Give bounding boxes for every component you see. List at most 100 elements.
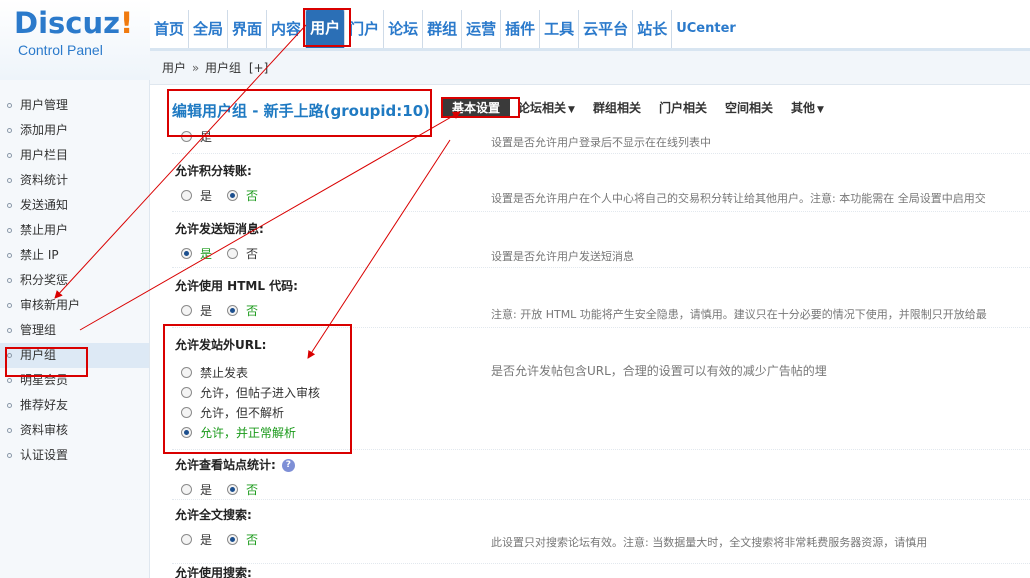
bullet-icon [7, 303, 12, 308]
bullet-icon [7, 228, 12, 233]
nav-content[interactable]: 内容 [267, 10, 307, 48]
tab-basic[interactable]: 基本设置 [442, 98, 511, 117]
bullet-icon [7, 453, 12, 458]
radio-no[interactable]: 否 [227, 187, 258, 204]
sidebar-item-profile-review[interactable]: 资料审核 [0, 418, 149, 443]
header: Discuz! Control Panel 首页 全局 界面 内容 用户 门户 … [0, 0, 1030, 80]
radio-circle [181, 190, 192, 201]
setting-label: 允许发站外URL: [175, 338, 267, 352]
tab-space[interactable]: 空间相关 [725, 99, 773, 116]
bullet-icon [7, 128, 12, 133]
setting-label: 允许发送短消息: [175, 222, 264, 236]
sidebar-item-admin-groups[interactable]: 管理组 [0, 318, 149, 343]
radio-no[interactable]: 否 [227, 481, 258, 498]
radio-yes[interactable]: 是 [181, 187, 212, 204]
nav-webmaster[interactable]: 站长 [633, 10, 673, 48]
setting-label: 允许全文搜索: [175, 508, 252, 522]
bullet-icon [7, 428, 12, 433]
nav-home[interactable]: 首页 [150, 10, 190, 48]
nav-ucenter[interactable]: UCenter [672, 10, 740, 48]
setting-label: 允许使用搜索: [175, 566, 252, 578]
radio-yes[interactable]: 是 [181, 481, 212, 498]
bullet-icon [7, 103, 12, 108]
sidebar-item-star-members[interactable]: 明星会员 [0, 368, 149, 393]
radio-option-parse[interactable]: 允许，并正常解析 [181, 424, 296, 441]
setting-hint: 设置是否允许用户在个人中心将自己的交易积分转让给其他用户。注意: 本功能需在 全… [491, 192, 986, 205]
bullet-icon [7, 328, 12, 333]
setting-allow-pm: 允许发送短消息: 是 否 设置是否允许用户发送短消息 [172, 214, 1030, 268]
nav-group[interactable]: 群组 [423, 10, 463, 48]
radio-circle [181, 484, 192, 495]
tab-forum[interactable]: 论坛相关 ▼ [518, 99, 575, 116]
nav-tools[interactable]: 工具 [540, 10, 580, 48]
nav-user[interactable]: 用户 [306, 8, 346, 48]
breadcrumb-user[interactable]: 用户 [162, 61, 186, 75]
page-title: 编辑用户组 - 新手上路(groupid:10) [172, 102, 430, 120]
main-content: 编辑用户组 - 新手上路(groupid:10) 基本设置 论坛相关 ▼ 群组相关… [150, 86, 1030, 578]
radio-yes[interactable]: 是 [181, 302, 212, 319]
sidebar-item-user-manage[interactable]: 用户管理 [0, 93, 149, 118]
radio-yes[interactable]: 是 [181, 245, 212, 262]
setting-label: 允许查看站点统计:? [175, 456, 295, 473]
radio-circle [227, 534, 238, 545]
radio-circle [227, 248, 238, 259]
radio-circle [227, 190, 238, 201]
radio-circle [181, 534, 192, 545]
sidebar-item-add-user[interactable]: 添加用户 [0, 118, 149, 143]
tab-group[interactable]: 群组相关 [593, 99, 641, 116]
nav-global[interactable]: 全局 [189, 10, 229, 48]
sidebar-item-profile-stats[interactable]: 资料统计 [0, 168, 149, 193]
radio-yes[interactable]: 是 [181, 531, 212, 548]
setting-label: 允许使用 HTML 代码: [175, 279, 298, 293]
radio-circle [181, 248, 192, 259]
breadcrumb-bar: 用户 » 用户组 [+] [150, 51, 1030, 85]
breadcrumb-add-button[interactable]: [+] [249, 61, 268, 75]
sidebar-item-recommend-friends[interactable]: 推荐好友 [0, 393, 149, 418]
sidebar: 用户管理 添加用户 用户栏目 资料统计 发送通知 禁止用户 禁止 IP 积分奖惩… [0, 80, 150, 578]
radio-circle [181, 407, 192, 418]
help-icon[interactable]: ? [281, 459, 295, 472]
nav-style[interactable]: 界面 [228, 10, 268, 48]
radio-option-no-parse[interactable]: 允许，但不解析 [181, 404, 284, 421]
bullet-icon [7, 178, 12, 183]
tab-portal[interactable]: 门户相关 [659, 99, 707, 116]
radio-yes[interactable]: 是 [181, 128, 212, 145]
setting-hint: 设置是否允许用户登录后不显示在在线列表中 [491, 136, 711, 149]
nav-cloud[interactable]: 云平台 [579, 10, 634, 48]
radio-no[interactable]: 否 [227, 302, 258, 319]
setting-fulltext-search: 允许全文搜索: 是 否 此设置只对搜索论坛有效。注意: 当数据量大时，全文搜索将… [172, 502, 1030, 564]
sidebar-item-send-notice[interactable]: 发送通知 [0, 193, 149, 218]
sidebar-item-moderate-users[interactable]: 审核新用户 [0, 293, 149, 318]
radio-option-forbid[interactable]: 禁止发表 [181, 364, 248, 381]
nav-forum[interactable]: 论坛 [384, 10, 424, 48]
top-nav: 首页 全局 界面 内容 用户 门户 论坛 群组 运营 插件 工具 云平台 站长 … [150, 8, 740, 48]
radio-option-moderate[interactable]: 允许，但帖子进入审核 [181, 384, 320, 401]
chevron-down-icon: ▼ [568, 105, 575, 115]
bullet-icon [7, 153, 12, 158]
setting-allow-search: 允许使用搜索: [172, 562, 1030, 578]
sidebar-item-user-columns[interactable]: 用户栏目 [0, 143, 149, 168]
sidebar-item-ban-user[interactable]: 禁止用户 [0, 218, 149, 243]
sidebar-item-ban-ip[interactable]: 禁止 IP [0, 243, 149, 268]
bullet-icon [7, 203, 12, 208]
sidebar-item-user-groups[interactable]: 用户组 [0, 343, 149, 368]
breadcrumb-usergroup[interactable]: 用户组 [205, 61, 241, 75]
bullet-icon [7, 253, 12, 258]
radio-circle [181, 387, 192, 398]
radio-circle [181, 427, 192, 438]
nav-operation[interactable]: 运营 [462, 10, 502, 48]
sidebar-item-verification[interactable]: 认证设置 [0, 443, 149, 468]
nav-portal[interactable]: 门户 [345, 10, 385, 48]
tab-other[interactable]: 其他 ▼ [791, 99, 824, 116]
sidebar-item-credits[interactable]: 积分奖惩 [0, 268, 149, 293]
radio-no[interactable]: 否 [227, 531, 258, 548]
nav-plugin[interactable]: 插件 [501, 10, 541, 48]
logo[interactable]: Discuz! Control Panel [0, 0, 150, 80]
bullet-icon [7, 378, 12, 383]
bullet-icon [7, 403, 12, 408]
setting-hide-online: 是 设置是否允许用户登录后不显示在在线列表中 [172, 126, 1030, 154]
setting-hint: 设置是否允许用户发送短消息 [491, 250, 634, 263]
setting-label: 允许积分转账: [175, 164, 252, 178]
radio-no[interactable]: 否 [227, 245, 258, 262]
logo-brand: Discuz! [14, 6, 134, 40]
